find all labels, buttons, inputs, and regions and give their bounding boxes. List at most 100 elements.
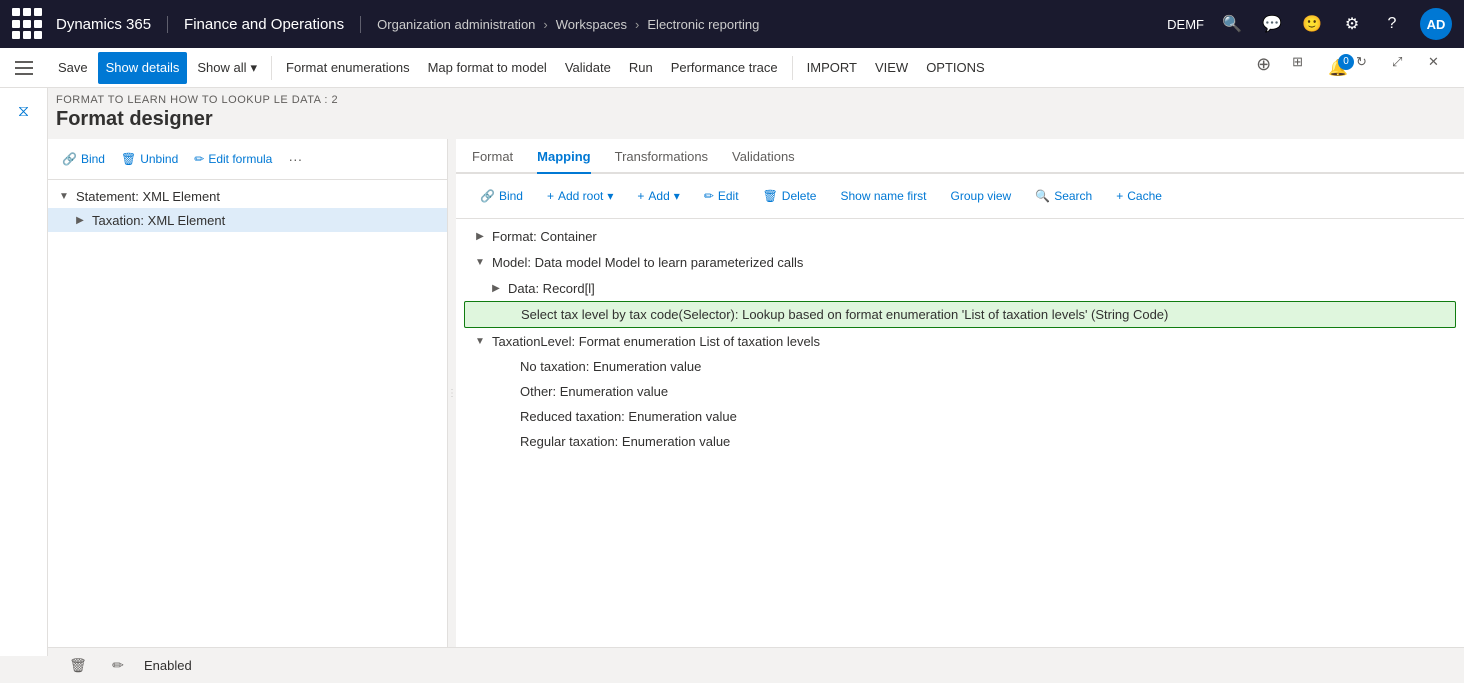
breadcrumb-workspaces[interactable]: Workspaces xyxy=(556,17,627,32)
mt-label-other: Other: Enumeration value xyxy=(520,384,668,399)
cache-button[interactable]: + Cache xyxy=(1108,182,1170,210)
chevron-down-addroot[interactable]: ▾ xyxy=(607,189,613,203)
add-button[interactable]: + Add ▾ xyxy=(629,182,687,210)
top-nav-bar: Dynamics 365 Finance and Operations Orga… xyxy=(0,0,1464,48)
save-button[interactable]: Save xyxy=(50,52,96,84)
command-bar-right: ⊕ ⊞ 🔔 0 ↻ ⤢ ✕ xyxy=(1256,54,1456,82)
import-button[interactable]: IMPORT xyxy=(799,52,865,84)
toggle-model[interactable]: ▼ xyxy=(472,254,488,270)
notifications-icon[interactable]: 🔔 0 xyxy=(1328,58,1348,78)
breadcrumb-reporting[interactable]: Electronic reporting xyxy=(647,17,759,32)
breadcrumb-sep-1: › xyxy=(543,17,547,32)
delete-button[interactable]: 🗑 Delete xyxy=(755,182,825,210)
show-name-first-button[interactable]: Show name first xyxy=(832,182,934,210)
view-button[interactable]: VIEW xyxy=(867,52,916,84)
breadcrumb-sep-2: › xyxy=(635,17,639,32)
command-bar: Save Show details Show all ▾ Format enum… xyxy=(0,48,1464,88)
chevron-down-icon: ▾ xyxy=(251,60,258,76)
options-button[interactable]: OPTIONS xyxy=(918,52,993,84)
resize-handle[interactable] xyxy=(448,139,456,647)
left-panel: 🔗 Bind 🗑 Unbind ✏ Edit formula ··· ▼ Sta… xyxy=(48,139,448,647)
mt-item-model[interactable]: ▼ Model: Data model Model to learn param… xyxy=(456,249,1464,275)
cmd-settings-icon[interactable]: ⊕ xyxy=(1256,54,1284,82)
map-bind-icon: 🔗 xyxy=(480,189,495,203)
show-details-button[interactable]: Show details xyxy=(98,52,188,84)
right-panel: Format Mapping Transformations Validatio… xyxy=(456,139,1464,647)
chevron-down-add[interactable]: ▾ xyxy=(674,189,680,203)
tabs-row: Format Mapping Transformations Validatio… xyxy=(456,139,1464,174)
env-badge: DEMF xyxy=(1167,17,1204,32)
tree-toggle-statement[interactable]: ▼ xyxy=(56,188,72,204)
performance-trace-button[interactable]: Performance trace xyxy=(663,52,786,84)
add-root-button[interactable]: + Add root ▾ xyxy=(539,182,621,210)
group-view-button[interactable]: Group view xyxy=(943,182,1020,210)
mt-item-data-record[interactable]: ▶ Data: Record[l] xyxy=(472,275,1464,301)
bind-icon: 🔗 xyxy=(62,152,77,166)
mt-label-format-container: Format: Container xyxy=(492,229,597,244)
face-icon[interactable]: 🙂 xyxy=(1300,12,1324,36)
mt-item-other[interactable]: Other: Enumeration value xyxy=(472,379,1464,404)
apps-icon[interactable] xyxy=(12,8,44,40)
run-button[interactable]: Run xyxy=(621,52,661,84)
left-sidebar: ⧖ xyxy=(0,88,48,656)
top-nav-right: DEMF 🔍 💬 🙂 ⚙ ? AD xyxy=(1167,8,1452,40)
toggle-taxation-level[interactable]: ▼ xyxy=(472,333,488,349)
cmd-separator-1 xyxy=(271,56,272,80)
help-icon[interactable]: ? xyxy=(1380,12,1404,36)
plus-icon-1: + xyxy=(547,189,554,203)
toggle-data-record[interactable]: ▶ xyxy=(488,280,504,296)
close-icon[interactable]: ✕ xyxy=(1428,54,1456,82)
tree-item-statement[interactable]: ▼ Statement: XML Element xyxy=(48,184,447,208)
page-breadcrumb: FORMAT TO LEARN HOW TO LOOKUP LE DATA : … xyxy=(0,88,1464,106)
page-header: FORMAT TO LEARN HOW TO LOOKUP LE DATA : … xyxy=(0,88,1464,139)
app-name-label: Finance and Operations xyxy=(184,16,361,33)
tab-transformations[interactable]: Transformations xyxy=(615,139,708,174)
format-enumerations-button[interactable]: Format enumerations xyxy=(278,52,418,84)
mt-label-no-taxation: No taxation: Enumeration value xyxy=(520,359,701,374)
bind-button[interactable]: 🔗 Bind xyxy=(56,145,111,173)
edit-formula-button[interactable]: ✏ Edit formula xyxy=(188,145,278,173)
search-button[interactable]: 🔍 Search xyxy=(1027,182,1100,210)
brand-label: Dynamics 365 xyxy=(56,16,168,33)
toggle-format-container[interactable]: ▶ xyxy=(472,228,488,244)
tab-format[interactable]: Format xyxy=(472,139,513,174)
more-options-button[interactable]: ··· xyxy=(282,145,308,173)
unbind-button[interactable]: 🗑 Unbind xyxy=(115,145,184,173)
tab-mapping[interactable]: Mapping xyxy=(537,139,590,174)
main-content: 🔗 Bind 🗑 Unbind ✏ Edit formula ··· ▼ Sta… xyxy=(48,139,1464,647)
cmd-separator-2 xyxy=(792,56,793,80)
filter-icon[interactable]: ⧖ xyxy=(8,96,40,128)
mt-label-select-tax-level: Select tax level by tax code(Selector): … xyxy=(521,307,1168,322)
mt-item-regular-taxation[interactable]: Regular taxation: Enumeration value xyxy=(472,429,1464,454)
mt-item-format-container[interactable]: ▶ Format: Container xyxy=(456,223,1464,249)
hamburger-icon[interactable] xyxy=(8,52,40,84)
mt-label-regular-taxation: Regular taxation: Enumeration value xyxy=(520,434,730,449)
avatar[interactable]: AD xyxy=(1420,8,1452,40)
validate-button[interactable]: Validate xyxy=(557,52,619,84)
tree-item-taxation[interactable]: ▶ Taxation: XML Element xyxy=(48,208,447,232)
map-format-to-model-button[interactable]: Map format to model xyxy=(420,52,555,84)
mapping-tree: ▶ Format: Container ▼ Model: Data model … xyxy=(456,219,1464,647)
tree-item-label-statement: Statement: XML Element xyxy=(76,189,220,204)
edit-button[interactable]: ✏ Edit xyxy=(696,182,747,210)
tree-toggle-taxation[interactable]: ▶ xyxy=(72,212,88,228)
mt-item-taxation-level[interactable]: ▼ TaxationLevel: Format enumeration List… xyxy=(456,328,1464,354)
chat-icon[interactable]: 💬 xyxy=(1260,12,1284,36)
search-icon[interactable]: 🔍 xyxy=(1220,12,1244,36)
mt-item-no-taxation[interactable]: No taxation: Enumeration value xyxy=(472,354,1464,379)
mt-item-reduced-taxation[interactable]: Reduced taxation: Enumeration value xyxy=(472,404,1464,429)
mt-item-select-tax-level[interactable]: Select tax level by tax code(Selector): … xyxy=(464,301,1456,328)
tab-validations[interactable]: Validations xyxy=(732,139,795,174)
mt-label-data-record: Data: Record[l] xyxy=(508,281,595,296)
cmd-office-icon[interactable]: ⊞ xyxy=(1292,54,1320,82)
expand-icon[interactable]: ⤢ xyxy=(1392,54,1420,82)
map-bind-button[interactable]: 🔗 Bind xyxy=(472,182,531,210)
unbind-icon: 🗑 xyxy=(121,152,136,166)
show-all-button[interactable]: Show all ▾ xyxy=(189,52,265,84)
mt-label-reduced-taxation: Reduced taxation: Enumeration value xyxy=(520,409,737,424)
breadcrumb-org[interactable]: Organization administration xyxy=(377,17,535,32)
mapping-toolbar: 🔗 Bind + Add root ▾ + Add ▾ ✏ Edit 🗑 Del… xyxy=(456,174,1464,219)
settings-icon[interactable]: ⚙ xyxy=(1340,12,1364,36)
bottom-bar: 🗑 ✏ Enabled xyxy=(48,647,1464,683)
refresh-icon[interactable]: ↻ xyxy=(1356,54,1384,82)
